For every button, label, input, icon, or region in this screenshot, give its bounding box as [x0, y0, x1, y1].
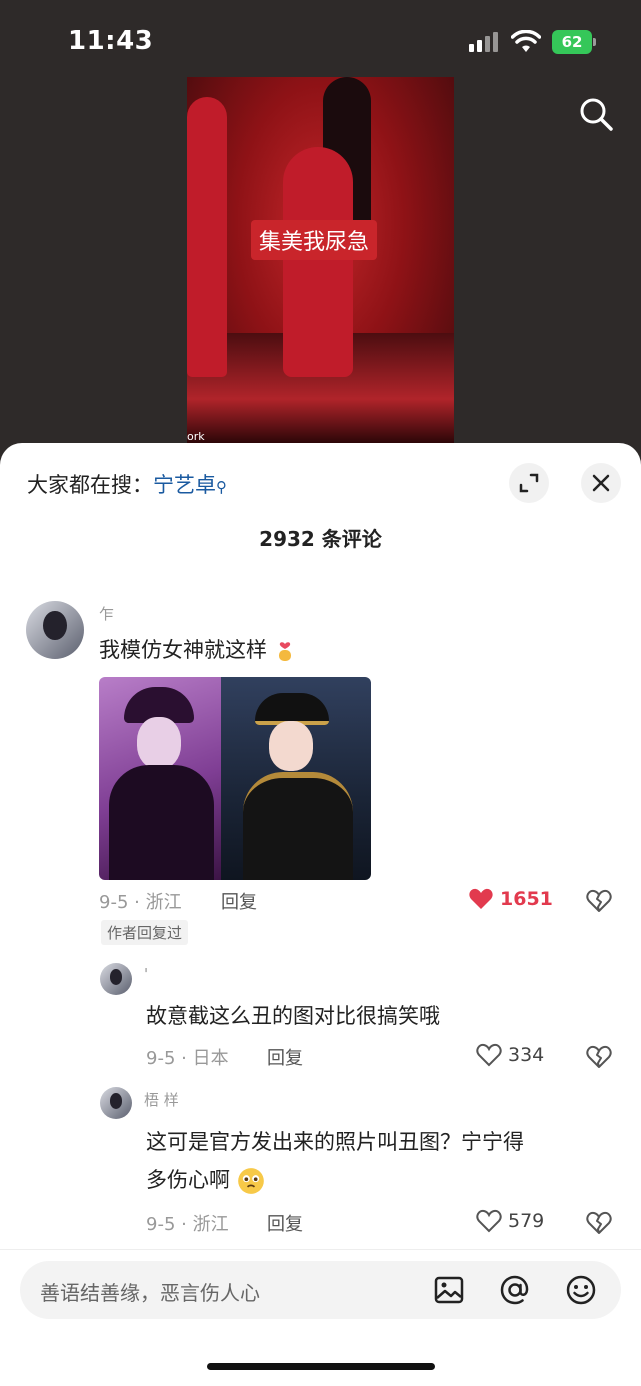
wifi-icon — [511, 30, 541, 52]
dislike-icon[interactable] — [586, 1043, 612, 1069]
comment-username[interactable]: 梧 样 — [144, 1089, 179, 1110]
reply-button[interactable]: 回复 — [221, 888, 257, 914]
battery-icon: 62 — [552, 30, 596, 54]
search-icon[interactable] — [577, 95, 615, 133]
divider — [0, 1249, 641, 1250]
dislike-icon[interactable] — [586, 887, 612, 913]
video-caption: 集美我尿急 — [251, 220, 378, 260]
comment-username[interactable]: 乍 — [99, 603, 114, 624]
hot-search[interactable]: 大家都在搜：宁艺卓⚲ — [27, 469, 227, 499]
home-indicator[interactable] — [207, 1363, 435, 1370]
comment-text: 这可是官方发出来的照片叫丑图？宁宁得 多伤心啊 — [146, 1123, 524, 1199]
finger-heart-emoji-icon — [278, 642, 291, 661]
comment-input-placeholder: 善语结善缘，恶言伤人心 — [40, 1281, 260, 1305]
comment-sheet: 大家都在搜：宁艺卓⚲ 2932 条评论 乍 我模仿女神就这样 9-5 · 浙江 … — [0, 443, 641, 1386]
like-count: 334 — [508, 1044, 545, 1066]
like-button[interactable]: 1651 — [468, 887, 553, 911]
close-button[interactable] — [581, 463, 621, 503]
video-preview[interactable]: 集美我尿急 ork — [187, 77, 454, 443]
close-icon — [592, 474, 610, 492]
comment-text: 我模仿女神就这样 — [99, 631, 296, 669]
battery-level: 62 — [552, 30, 592, 54]
comment-image[interactable] — [99, 677, 371, 880]
comment-count: 2932 条评论 — [259, 527, 382, 551]
like-button[interactable]: 579 — [476, 1209, 544, 1233]
heart-icon — [469, 888, 493, 909]
small-search-icon: ⚲ — [216, 478, 227, 496]
emoji-icon[interactable] — [564, 1273, 598, 1307]
expand-icon — [519, 473, 539, 493]
comment-input[interactable]: 善语结善缘，恶言伤人心 — [20, 1261, 621, 1319]
image-icon[interactable] — [432, 1273, 466, 1307]
heart-outline-icon — [476, 1043, 502, 1067]
reply-button[interactable]: 回复 — [267, 1210, 303, 1236]
status-bar: 11:43 62 — [0, 0, 641, 80]
comment-date-location: 9-5 · 浙江 — [99, 892, 182, 913]
dancer-figure-left — [187, 97, 227, 377]
avatar[interactable] — [26, 601, 84, 659]
author-replied-badge: 作者回复过 — [101, 920, 189, 945]
like-count: 579 — [508, 1210, 545, 1232]
comment-username[interactable]: ' — [144, 965, 148, 983]
signal-icon — [469, 32, 501, 52]
dancer-figure-center — [283, 147, 353, 377]
comment-text-line: 多伤心啊 — [146, 1161, 524, 1199]
reply-button[interactable]: 回复 — [267, 1044, 303, 1070]
expand-button[interactable] — [509, 463, 549, 503]
hot-search-keyword[interactable]: 宁艺卓 — [153, 473, 216, 497]
dislike-icon[interactable] — [586, 1209, 612, 1235]
at-icon[interactable] — [498, 1273, 532, 1307]
comment-date-location: 9-5 · 日本 — [146, 1048, 229, 1069]
status-time: 11:43 — [68, 26, 154, 56]
like-count: 1651 — [500, 888, 553, 910]
avatar[interactable] — [100, 963, 132, 995]
comment-text-line: 这可是官方发出来的照片叫丑图？宁宁得 — [146, 1130, 524, 1154]
comment-text-content: 我模仿女神就这样 — [99, 638, 267, 662]
video-watermark: ork — [187, 430, 205, 443]
heart-outline-icon — [476, 1209, 502, 1233]
like-button[interactable]: 334 — [476, 1043, 544, 1067]
crying-face-emoji-icon — [237, 1168, 264, 1194]
comment-text: 故意截这么丑的图对比很搞笑哦 — [146, 1004, 440, 1028]
comment-date-location: 9-5 · 浙江 — [146, 1214, 229, 1235]
hot-search-label: 大家都在搜： — [27, 473, 153, 497]
avatar[interactable] — [100, 1087, 132, 1119]
